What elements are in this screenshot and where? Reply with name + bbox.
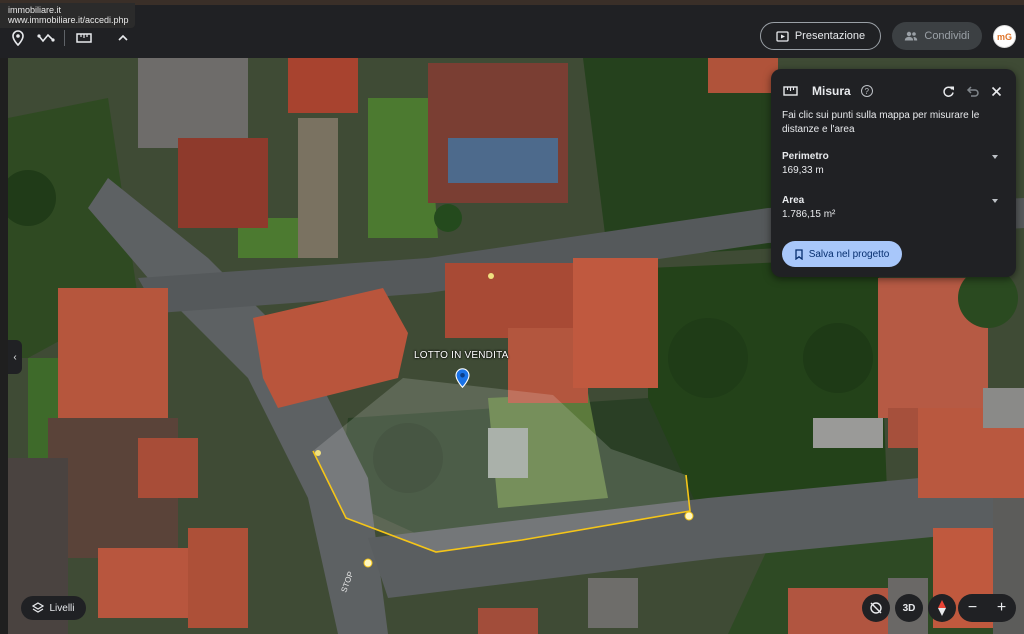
measure-description: Fai clic sui punti sulla mappa per misur…	[782, 110, 980, 135]
measure-header: Misura ?	[783, 81, 1006, 101]
compass-icon	[938, 600, 946, 616]
zoom-in-button[interactable]: +	[997, 599, 1006, 617]
path-icon[interactable]	[35, 27, 57, 49]
chevron-down-icon[interactable]	[992, 199, 998, 203]
no-tilt-icon	[870, 602, 882, 614]
undo-icon[interactable]	[964, 83, 980, 99]
perimeter-row[interactable]: Perimetro 169,33 m	[782, 151, 1002, 176]
slideshow-icon	[776, 30, 789, 42]
measure-panel: Misura ? Fai clic sui punti sulla mappa …	[771, 69, 1016, 277]
layers-label: Livelli	[49, 602, 75, 614]
chevron-up-icon[interactable]	[112, 27, 134, 49]
people-icon	[905, 31, 918, 41]
area-row[interactable]: Area 1.786,15 m²	[782, 195, 1002, 220]
layers-button[interactable]: Livelli	[21, 596, 86, 620]
area-value: 1.786,15 m²	[782, 209, 836, 220]
perimeter-value: 169,33 m	[782, 165, 824, 176]
avatar-text: mG	[996, 31, 1012, 42]
tilt-reset-button[interactable]	[862, 594, 890, 622]
lot-label: LOTTO IN VENDITA	[414, 350, 509, 361]
avatar[interactable]: mG	[993, 25, 1016, 48]
close-icon[interactable]	[988, 83, 1004, 99]
ruler-icon[interactable]	[73, 27, 95, 49]
bookmark-icon	[795, 248, 803, 260]
url-tooltip: immobiliare.it www.immobiliare.it/accedi…	[0, 3, 135, 28]
measure-title: Misura	[812, 84, 851, 98]
toolbar-divider	[64, 30, 65, 46]
location-pin-icon[interactable]	[7, 27, 29, 49]
presentation-button[interactable]: Presentazione	[760, 22, 881, 50]
save-label: Salva nel progetto	[808, 248, 890, 260]
layers-icon	[32, 602, 45, 613]
tooltip-site: immobiliare.it	[8, 5, 62, 15]
refresh-icon[interactable]	[940, 83, 956, 99]
ruler-icon	[783, 86, 798, 96]
map-pin-icon[interactable]	[455, 368, 470, 388]
area-label: Area	[782, 195, 805, 206]
zoom-control: − +	[958, 594, 1016, 622]
share-button[interactable]: Condividi	[892, 22, 982, 50]
help-icon[interactable]: ?	[860, 85, 873, 97]
tooltip-url: www.immobiliare.it/accedi.php	[8, 15, 129, 25]
view-3d-label: 3D	[902, 602, 916, 614]
google-earth-app: immobiliare.it www.immobiliare.it/accedi…	[0, 0, 1024, 634]
side-panel-toggle[interactable]: ‹	[8, 340, 22, 374]
save-to-project-button[interactable]: Salva nel progetto	[782, 241, 902, 267]
compass-button[interactable]	[928, 594, 956, 622]
top-toolbar: Presentazione Condividi mG	[0, 5, 1024, 58]
chevron-down-icon[interactable]	[992, 155, 998, 159]
zoom-out-button[interactable]: −	[968, 599, 977, 617]
share-label: Condividi	[924, 30, 970, 42]
presentation-label: Presentazione	[794, 30, 866, 42]
view-3d-button[interactable]: 3D	[895, 594, 923, 622]
chevron-left-icon: ‹	[13, 351, 17, 363]
perimeter-label: Perimetro	[782, 151, 829, 162]
